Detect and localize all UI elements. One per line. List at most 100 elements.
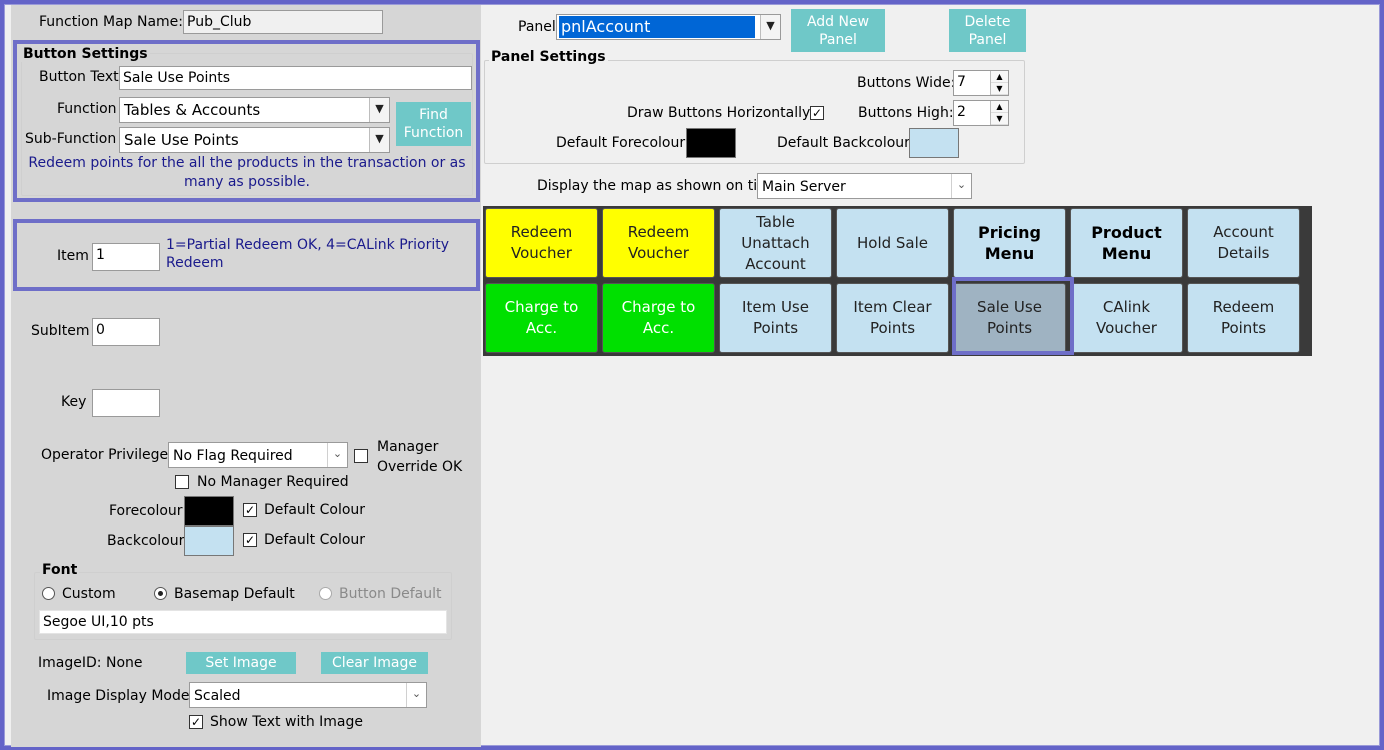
default-forecolour-swatch[interactable] (686, 128, 736, 158)
delete-panel-button[interactable]: Delete Panel (949, 9, 1026, 52)
panel-button-label: Redeem Voucher (628, 222, 690, 264)
panel-button-label: Charge to Acc. (505, 297, 579, 339)
forecolour-label: Forecolour (109, 503, 183, 519)
panel-button-label: Charge to Acc. (622, 297, 696, 339)
display-map-value: Main Server (762, 179, 846, 195)
function-map-name-field[interactable]: Pub_Club (183, 10, 383, 34)
function-select-value: Tables & Accounts (124, 101, 261, 119)
selected-button-frame (952, 277, 1074, 355)
chevron-down-icon[interactable]: ⌄ (406, 683, 426, 707)
manager-override-label-2: Override OK (377, 459, 463, 475)
function-select[interactable]: Tables & Accounts ▼ (119, 97, 390, 123)
panel-button[interactable]: Hold Sale (836, 208, 949, 278)
sub-function-select[interactable]: Sale Use Points ▼ (119, 127, 390, 153)
panel-button[interactable]: Redeem Voucher (485, 208, 598, 278)
spin-down-icon[interactable]: ▼ (991, 113, 1008, 125)
key-input[interactable] (92, 389, 160, 417)
panel-button[interactable]: Item Use Points (719, 283, 832, 353)
chevron-down-icon[interactable]: ▼ (369, 98, 389, 122)
panel-button-label-line: Menu (1101, 244, 1152, 263)
font-basemap-default-radio[interactable] (154, 587, 167, 600)
chevron-down-icon[interactable]: ⌄ (951, 174, 971, 198)
function-map-editor-window: Function Map Name: Pub_Club Button Setti… (4, 4, 1380, 747)
panel-button-label-line: Acc. (525, 319, 558, 337)
panel-button[interactable]: Item Clear Points (836, 283, 949, 353)
operator-privilege-select[interactable]: No Flag Required ⌄ (168, 442, 348, 468)
spin-up-icon[interactable]: ▲ (991, 71, 1008, 83)
default-backcolour-label: Default Backcolour (777, 135, 910, 151)
image-id-value: None (106, 655, 143, 671)
panel-settings-title: Panel Settings (489, 49, 608, 65)
display-map-select[interactable]: Main Server ⌄ (757, 173, 972, 199)
font-button-default-radio[interactable] (319, 587, 332, 600)
default-forecolour-label: Default Forecolour (556, 135, 686, 151)
panel-button-label-line: Charge to (504, 298, 579, 316)
buttons-wide-label: Buttons Wide: (857, 75, 956, 91)
draw-horizontal-checkbox[interactable]: ✓ (810, 106, 824, 120)
panel-button-label-line: Redeem (627, 223, 690, 241)
panel-button[interactable]: CAlink Voucher (1070, 283, 1183, 353)
chevron-down-icon[interactable]: ⌄ (327, 443, 347, 467)
font-custom-radio[interactable] (42, 587, 55, 600)
show-text-with-image-label: Show Text with Image (210, 714, 363, 730)
panel-button[interactable]: Product Menu (1070, 208, 1183, 278)
panel-button-label: Pricing Menu (978, 222, 1041, 264)
operator-privilege-label: Operator Privilege: (41, 447, 173, 463)
no-manager-required-checkbox[interactable] (175, 475, 189, 489)
panel-button[interactable]: Charge to Acc. (602, 283, 715, 353)
clear-image-button[interactable]: Clear Image (321, 652, 428, 674)
font-basemap-default-label: Basemap Default (174, 586, 295, 602)
panel-button-label: Account Details (1213, 222, 1274, 264)
panel-button[interactable]: Redeem Points (1187, 283, 1300, 353)
add-new-panel-label-2: Panel (819, 31, 857, 48)
back-default-colour-label: Default Colour (264, 532, 366, 548)
show-text-with-image-checkbox[interactable]: ✓ (189, 715, 203, 729)
buttons-wide-spinner[interactable]: 7 ▲ ▼ (953, 70, 1009, 96)
draw-horizontal-label: Draw Buttons Horizontally: (627, 105, 815, 121)
item-input[interactable]: 1 (92, 243, 160, 271)
set-image-button[interactable]: Set Image (186, 652, 296, 674)
panel-button[interactable]: Redeem Voucher (602, 208, 715, 278)
find-function-button[interactable]: Find Function (396, 102, 471, 146)
back-default-colour-checkbox[interactable]: ✓ (243, 533, 257, 547)
font-custom-label: Custom (62, 586, 116, 602)
sub-function-select-value: Sale Use Points (124, 131, 239, 149)
subitem-input[interactable]: 0 (92, 318, 160, 346)
panel-label: Panel (518, 19, 556, 35)
image-display-mode-select[interactable]: Scaled ⌄ (189, 682, 427, 708)
chevron-down-icon[interactable]: ▼ (369, 128, 389, 152)
panel-button-label-line: Account (745, 254, 806, 273)
delete-panel-label-1: Delete (964, 13, 1011, 30)
panel-button-label-line: Points (752, 319, 799, 337)
backcolour-swatch[interactable] (184, 526, 234, 556)
panel-button-label-line: Charge to (621, 298, 696, 316)
fore-default-colour-checkbox[interactable]: ✓ (243, 503, 257, 517)
buttons-high-spinner[interactable]: 2 ▲ ▼ (953, 100, 1009, 126)
chevron-down-icon[interactable]: ▼ (760, 15, 780, 39)
panel-button-label-line: Account (1213, 223, 1274, 241)
forecolour-swatch[interactable] (184, 496, 234, 526)
panel-button-label-line: Voucher (1096, 319, 1157, 337)
spin-up-icon[interactable]: ▲ (991, 101, 1008, 113)
key-label: Key (61, 394, 87, 410)
manager-override-checkbox[interactable] (354, 449, 368, 463)
panel-button-label-line: Details (1217, 244, 1270, 262)
panel-button[interactable]: Table Unattach Account (719, 208, 832, 278)
panel-button-label-line: Points (1220, 319, 1267, 337)
panel-select[interactable]: pnlAccount ▼ (556, 14, 781, 40)
button-text-input[interactable]: Sale Use Points (119, 66, 472, 90)
image-id-label: ImageID: (38, 655, 102, 671)
panel-button[interactable]: Account Details (1187, 208, 1300, 278)
panel-button-label-line: Pricing (978, 223, 1041, 242)
panel-button-label-line: CAlink (1102, 298, 1151, 316)
delete-panel-label-2: Panel (968, 31, 1007, 48)
panel-button-label: Item Use Points (742, 297, 809, 339)
button-settings-title: Button Settings (21, 46, 150, 62)
add-new-panel-button[interactable]: Add New Panel (791, 9, 885, 52)
spin-down-icon[interactable]: ▼ (991, 83, 1008, 95)
font-value-field[interactable]: Segoe UI,10 pts (39, 610, 447, 634)
panel-button-label: Hold Sale (857, 233, 928, 254)
default-backcolour-swatch[interactable] (909, 128, 959, 158)
panel-button[interactable]: Pricing Menu (953, 208, 1066, 278)
panel-button[interactable]: Charge to Acc. (485, 283, 598, 353)
